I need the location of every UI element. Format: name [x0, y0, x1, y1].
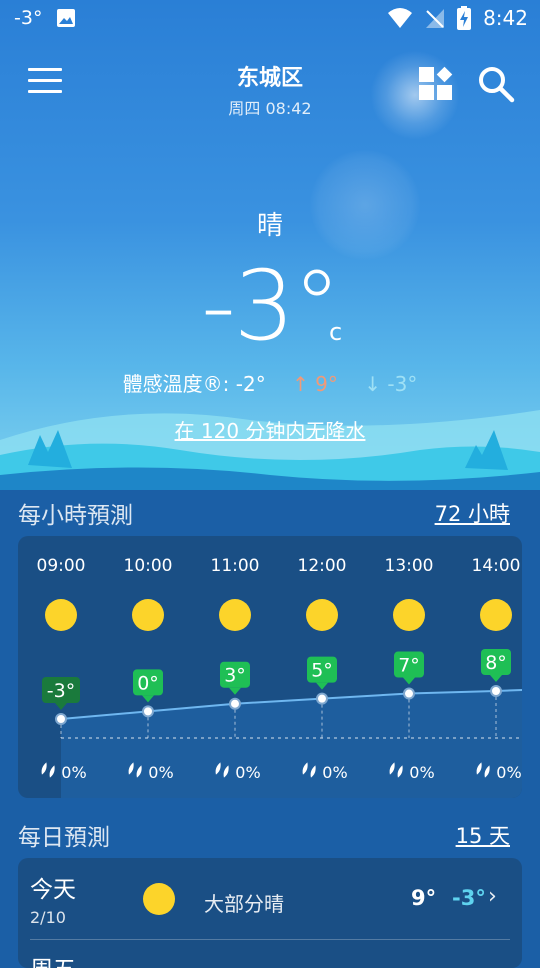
- sunny-icon: [45, 599, 77, 631]
- hourly-title: 每小時預測: [18, 503, 133, 529]
- temperature-label: 8°: [485, 652, 507, 674]
- menu-icon[interactable]: [28, 68, 62, 94]
- daily-15d-link[interactable]: 15 天: [456, 820, 510, 850]
- daily-title: 每日預測: [18, 825, 110, 851]
- precip-chance: 0%: [496, 763, 521, 782]
- update-time: 周四 08:42: [228, 99, 312, 118]
- no-signal-icon: [426, 9, 445, 28]
- day-condition: 大部分晴: [204, 892, 284, 916]
- precip-chance: 0%: [322, 763, 347, 782]
- temperature-label: -3°: [47, 680, 75, 702]
- temperature-point: [403, 687, 415, 700]
- sunny-icon: [143, 883, 175, 915]
- city-name: 东城区: [236, 66, 303, 91]
- wifi-icon: [388, 8, 413, 28]
- hour-label: 14:00: [472, 556, 521, 576]
- app-bar: 东城区 周四 08:42: [0, 44, 540, 124]
- day-date: 2/10: [30, 908, 66, 927]
- badge-pointer: [229, 687, 241, 695]
- hour-label: 09:00: [37, 556, 86, 576]
- image-icon: [57, 9, 76, 27]
- badge-pointer: [142, 695, 154, 703]
- hourly-header: 每小時預測 72 小時: [18, 496, 522, 530]
- hourly-forecast-card[interactable]: 09:00 -3° 0% 10:00 0° 0% 11:00 3° 0% 12:00 5° 0% 13:…: [18, 536, 522, 798]
- hour-label: 13:00: [385, 556, 434, 576]
- temperature-label: 7°: [398, 655, 420, 677]
- temperature-point: [490, 685, 502, 697]
- status-bar: -3° 8:42: [0, 0, 540, 36]
- day-high: 9°: [411, 886, 437, 910]
- precipitation-note[interactable]: 在 120 分钟内无降水: [0, 415, 540, 444]
- status-temp: -3°: [14, 7, 43, 29]
- day-low: -3°: [452, 886, 486, 910]
- temperature-point: [229, 697, 241, 710]
- daily-forecast-card: 今天 2/10 大部分晴 9° -3° › 周五: [18, 858, 522, 968]
- temperature-unit: c: [329, 318, 343, 346]
- temperature-point: [142, 705, 154, 718]
- hourly-chart: 09:00 -3° 0% 10:00 0° 0% 11:00 3° 0% 12:00 5° 0% 13:…: [37, 556, 522, 798]
- temperature-label: 0°: [137, 672, 159, 694]
- search-icon[interactable]: [476, 64, 516, 104]
- sunny-icon: [480, 599, 512, 631]
- temperature-area: [61, 690, 522, 798]
- raindrop-icon: [41, 762, 55, 778]
- badge-pointer: [403, 677, 415, 685]
- sunny-icon: [306, 599, 338, 631]
- day-name[interactable]: 周五: [30, 950, 76, 968]
- day-name: 今天: [30, 877, 76, 903]
- hour-label: 11:00: [211, 556, 260, 576]
- badge-pointer: [316, 682, 328, 690]
- precip-chance: 0%: [235, 763, 260, 782]
- precip-chance: 0%: [409, 763, 434, 782]
- hour-label: 10:00: [124, 556, 173, 576]
- current-condition: 晴: [256, 211, 283, 241]
- hour-label: 12:00: [298, 556, 347, 576]
- temperature-label: 3°: [224, 665, 246, 687]
- sunny-icon: [393, 599, 425, 631]
- sunny-icon: [219, 599, 251, 631]
- chevron-right-icon: ›: [488, 884, 497, 909]
- current-temperature: -3°: [201, 250, 341, 362]
- temperature-label: 5°: [311, 660, 333, 682]
- divider: [30, 939, 510, 940]
- hourly-72h-link[interactable]: 72 小時: [435, 498, 510, 528]
- temperature-point: [316, 692, 328, 705]
- sunny-icon: [132, 599, 164, 631]
- badge-pointer: [55, 703, 67, 710]
- location-title[interactable]: 东城区 周四 08:42: [170, 60, 370, 119]
- precip-chance: 0%: [61, 763, 86, 782]
- daily-header: 每日預測 15 天: [18, 818, 522, 852]
- badge-pointer: [490, 675, 502, 682]
- temperature-point: [55, 713, 67, 725]
- battery-charging-icon: [457, 6, 472, 30]
- status-time: 8:42: [483, 6, 528, 30]
- widget-icon[interactable]: [418, 66, 454, 102]
- precip-chance: 0%: [148, 763, 173, 782]
